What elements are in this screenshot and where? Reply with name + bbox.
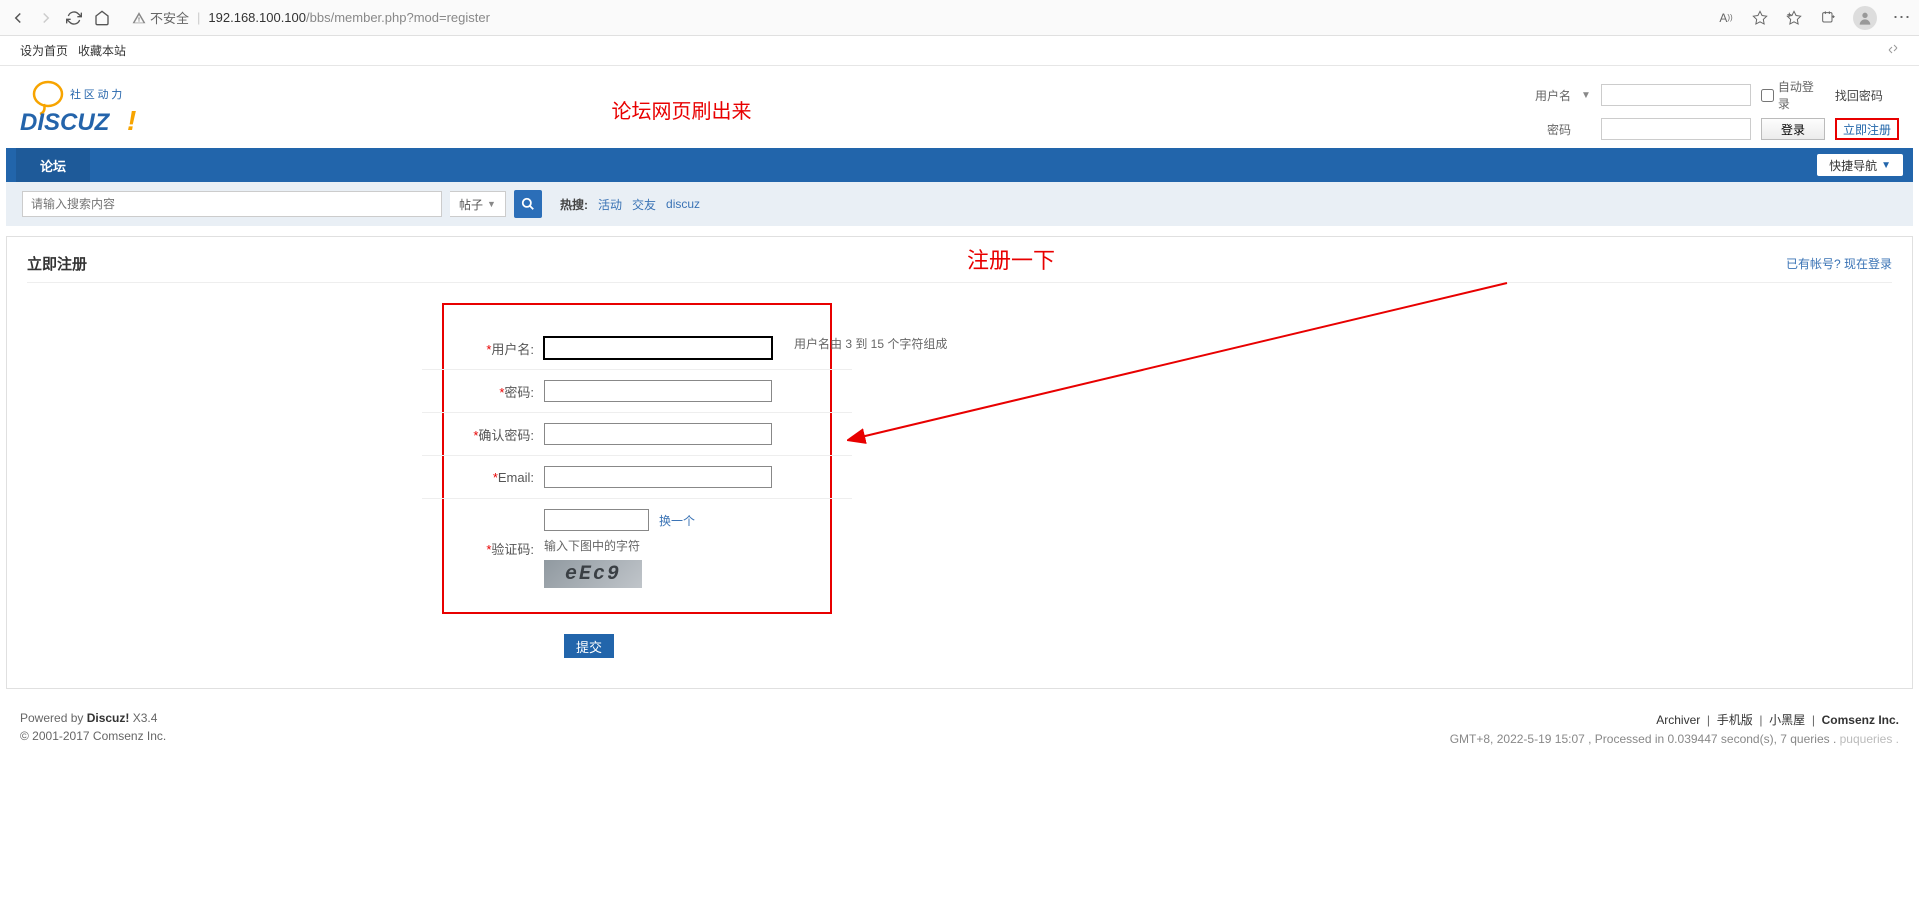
browser-right-icons: A)) ⋯	[1717, 6, 1911, 30]
browser-toolbar: 不安全 | 192.168.100.100/bbs/member.php?mod…	[0, 0, 1919, 36]
hot-link-2[interactable]: discuz	[666, 197, 700, 211]
register-link[interactable]: 立即注册	[1835, 118, 1899, 140]
url-separator: |	[197, 10, 200, 25]
auto-login-label: 自动登录	[1778, 78, 1825, 112]
captcha-refresh-link[interactable]: 换一个	[659, 512, 695, 529]
confirm-password-input[interactable]	[544, 423, 772, 445]
chevron-down-icon: ▼	[1881, 160, 1891, 171]
register-panel: 立即注册 已有帐号? 现在登录 注册一下 用户名由 3 到 15 个字符组成 *…	[6, 236, 1913, 689]
password-input[interactable]	[544, 380, 772, 402]
site-toolbar: 设为首页 收藏本站	[0, 36, 1919, 66]
email-label: *Email:	[444, 470, 534, 485]
login-user-label: 用户名	[1523, 87, 1571, 104]
username-label: *用户名:	[444, 339, 534, 358]
archiver-link[interactable]: Archiver	[1656, 713, 1700, 727]
quick-nav-label: 快捷导航	[1829, 157, 1877, 174]
hot-link-0[interactable]: 活动	[598, 196, 622, 213]
captcha-hint: 输入下图中的字符	[544, 537, 695, 554]
search-type-label: 帖子	[459, 196, 483, 213]
search-type-dropdown[interactable]: 帖子 ▼	[450, 191, 506, 217]
login-pass-input[interactable]	[1601, 118, 1751, 140]
collections-icon[interactable]	[1819, 9, 1837, 27]
annotation-arrow	[847, 277, 1517, 497]
login-button[interactable]: 登录	[1761, 118, 1825, 140]
star-add-icon[interactable]	[1751, 9, 1769, 27]
already-have-account-link[interactable]: 已有帐号? 现在登录	[1786, 255, 1892, 272]
captcha-image: eEc9	[544, 560, 642, 588]
quick-nav[interactable]: 快捷导航 ▼	[1817, 154, 1903, 176]
favorites-icon[interactable]	[1785, 9, 1803, 27]
annotation-1: 论坛网页刷出来	[611, 95, 751, 124]
search-input[interactable]	[22, 191, 442, 217]
read-aloud-icon[interactable]: A))	[1717, 9, 1735, 27]
footer-stats: GMT+8, 2022-5-19 15:07 , Processed in 0.…	[1450, 732, 1837, 746]
profile-avatar[interactable]	[1853, 6, 1877, 30]
site-header: 社 区 动 力 DISCUZ ! 论坛网页刷出来 用户名 ▼ 自动登录 找回密码…	[0, 66, 1919, 148]
hot-link-1[interactable]: 交友	[632, 196, 656, 213]
search-bar: 帖子 ▼ 热搜: 活动 交友 discuz	[6, 182, 1913, 226]
refresh-icon[interactable]	[64, 8, 84, 28]
panel-header: 立即注册 已有帐号? 现在登录	[27, 253, 1892, 283]
set-home-link[interactable]: 设为首页	[20, 42, 68, 59]
favorite-link[interactable]: 收藏本站	[78, 42, 126, 59]
annotation-2: 注册一下	[967, 243, 1055, 275]
captcha-input[interactable]	[544, 509, 649, 531]
login-user-input[interactable]	[1601, 84, 1751, 106]
auto-login[interactable]: 自动登录	[1761, 78, 1825, 112]
svg-text:社 区 动 力: 社 区 动 力	[70, 87, 122, 101]
auto-login-checkbox[interactable]	[1761, 89, 1774, 102]
address-bar[interactable]: 不安全 | 192.168.100.100/bbs/member.php?mod…	[132, 8, 1701, 27]
insecure-icon: 不安全	[132, 8, 189, 27]
footer-left: Powered by Discuz! X3.4 © 2001-2017 Coms…	[20, 711, 166, 746]
home-icon[interactable]	[92, 8, 112, 28]
url-path: /bbs/member.php?mod=register	[306, 10, 490, 25]
password-label: *密码:	[444, 382, 534, 401]
hot-label: 热搜:	[560, 196, 588, 213]
panel-title: 立即注册	[27, 253, 87, 274]
comsenz-link[interactable]: Comsenz Inc.	[1822, 713, 1899, 727]
search-button[interactable]	[514, 190, 542, 218]
forgot-password-link[interactable]: 找回密码	[1835, 87, 1883, 104]
site-logo[interactable]: 社 区 动 力 DISCUZ !	[20, 80, 160, 138]
blackroom-link[interactable]: 小黑屋	[1769, 713, 1805, 727]
captcha-label: *验证码:	[444, 539, 534, 558]
username-input[interactable]	[544, 337, 772, 359]
confirm-password-label: *确认密码:	[444, 425, 534, 444]
footer-watermark: puqueries .	[1840, 732, 1899, 746]
main-nav: 论坛 快捷导航 ▼	[6, 148, 1913, 182]
mobile-link[interactable]: 手机版	[1717, 713, 1753, 727]
forward-icon[interactable]	[36, 8, 56, 28]
site-footer: Powered by Discuz! X3.4 © 2001-2017 Coms…	[0, 699, 1919, 776]
nav-tab-forum[interactable]: 论坛	[16, 148, 90, 182]
copyright: © 2001-2017 Comsenz Inc.	[20, 729, 166, 743]
collapse-icon[interactable]	[1887, 43, 1899, 58]
header-login-box: 用户名 ▼ 自动登录 找回密码 密码 登录 立即注册	[1523, 78, 1899, 140]
username-hint: 用户名由 3 到 15 个字符组成	[794, 335, 947, 352]
email-input[interactable]	[544, 466, 772, 488]
insecure-label: 不安全	[150, 8, 189, 27]
hot-search: 热搜: 活动 交友 discuz	[560, 196, 700, 213]
register-form: 用户名由 3 到 15 个字符组成 *用户名: *密码: *确认密码: *Ema…	[442, 303, 832, 614]
discuz-link[interactable]: Discuz!	[87, 711, 130, 725]
svg-text:DISCUZ: DISCUZ	[20, 109, 111, 136]
url-host: 192.168.100.100	[208, 10, 306, 25]
login-pass-label: 密码	[1523, 121, 1571, 138]
nav-buttons	[8, 8, 112, 28]
chevron-down-icon: ▼	[487, 199, 496, 209]
svg-text:!: !	[127, 105, 136, 136]
back-icon[interactable]	[8, 8, 28, 28]
more-menu-icon[interactable]: ⋯	[1893, 9, 1911, 27]
submit-button[interactable]: 提交	[564, 634, 614, 658]
footer-right: Archiver | 手机版 | 小黑屋 | Comsenz Inc. GMT+…	[1450, 711, 1899, 746]
